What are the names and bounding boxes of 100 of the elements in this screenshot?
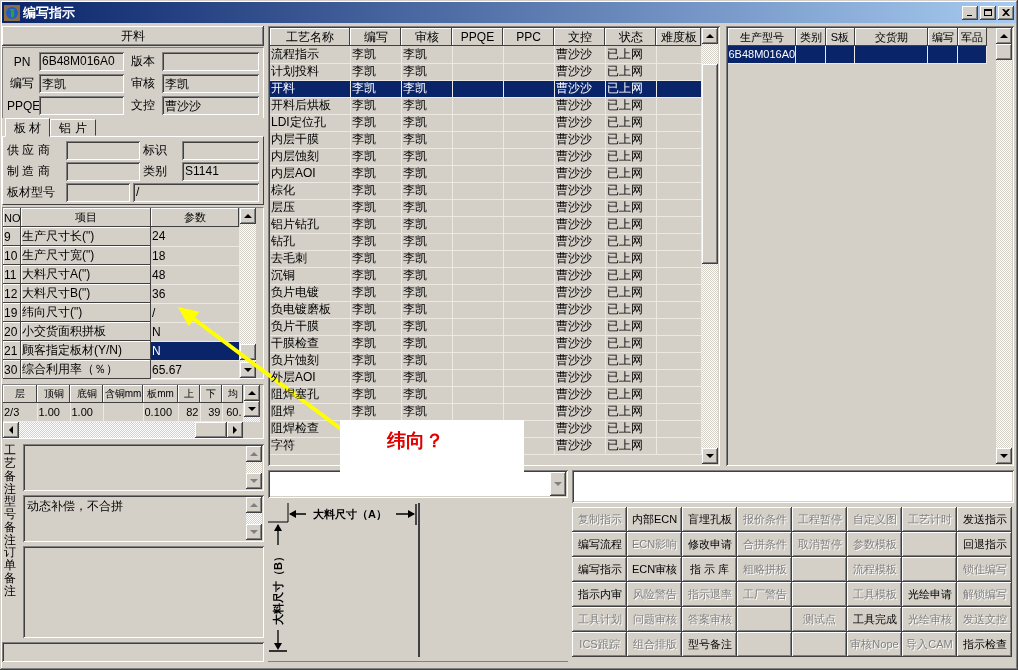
text-field[interactable] (66, 141, 140, 160)
action-button[interactable]: 发送指示 (957, 507, 1012, 532)
table-row[interactable]: 负片蚀刻 李凯 李凯 曹沙沙 已上网 (270, 352, 701, 369)
scroll-down-button[interactable] (246, 472, 262, 489)
column-header[interactable]: 状态 (605, 28, 656, 46)
table-row[interactable]: 流程指示 李凯 李凯 曹沙沙 已上网 (270, 46, 701, 63)
column-header[interactable]: 审核 (401, 28, 452, 46)
action-button[interactable]: 工具完成 (847, 607, 902, 632)
text-field[interactable]: 李凯 (162, 74, 259, 93)
scroll-up-button[interactable] (246, 496, 262, 513)
scroll-up-button[interactable] (701, 28, 718, 44)
column-header[interactable]: 下 (200, 385, 222, 403)
table-row[interactable]: 内层AOI 李凯 李凯 曹沙沙 已上网 (270, 165, 701, 182)
scroll-up-button[interactable] (243, 385, 260, 401)
vertical-scrollbar[interactable] (246, 445, 262, 489)
blank-button[interactable] (737, 607, 792, 632)
table-row[interactable]: 计划投料 李凯 李凯 曹沙沙 已上网 (270, 63, 701, 80)
scroll-up-button[interactable] (246, 445, 262, 462)
column-header[interactable]: 编写 (350, 28, 401, 46)
table-row[interactable]: 去毛刺 李凯 李凯 曹沙沙 已上网 (270, 250, 701, 267)
action-button[interactable]: 光绘申请 (902, 582, 957, 607)
dropdown-button[interactable] (550, 472, 566, 496)
text-field[interactable]: 曹沙沙 (162, 96, 259, 115)
action-button[interactable]: 回退指示 (957, 532, 1012, 557)
table-row[interactable]: 干膜检查 李凯 李凯 曹沙沙 已上网 (270, 335, 701, 352)
blank-button[interactable] (737, 632, 792, 657)
action-button[interactable]: 内部ECN (627, 507, 682, 532)
scroll-down-button[interactable] (701, 448, 718, 464)
action-button[interactable]: 指示检查 (957, 632, 1012, 657)
column-header[interactable]: 生产型号 (727, 28, 796, 46)
text-area[interactable] (23, 443, 264, 491)
column-header[interactable]: 难度板 (656, 28, 701, 46)
text-field[interactable] (182, 141, 259, 160)
blank-button[interactable] (792, 632, 847, 657)
table-row[interactable]: LDI定位孔 李凯 李凯 曹沙沙 已上网 (270, 114, 701, 131)
table-row[interactable]: 6B48M016A0 (727, 46, 987, 63)
column-header[interactable]: 军品 (957, 28, 987, 46)
action-button[interactable]: ECN审核 (627, 557, 682, 582)
column-header[interactable]: S板 (825, 28, 855, 46)
column-header[interactable]: NO (3, 208, 21, 227)
table-row[interactable]: 铝片钻孔 李凯 李凯 曹沙沙 已上网 (270, 216, 701, 233)
vertical-scrollbar[interactable] (996, 28, 1012, 464)
column-header[interactable]: 顶铜 (37, 385, 70, 403)
header-button[interactable]: 开料 (2, 26, 264, 46)
vertical-scrollbar[interactable] (243, 385, 260, 422)
column-header[interactable]: 参数 (151, 208, 239, 227)
action-button[interactable]: 指 示 库 (682, 557, 737, 582)
blank-button[interactable] (792, 582, 847, 607)
close-button[interactable] (998, 5, 1014, 20)
action-button[interactable]: 编写流程 (572, 532, 627, 557)
table-row[interactable]: 负片干膜 李凯 李凯 曹沙沙 已上网 (270, 318, 701, 335)
text-field[interactable] (162, 52, 259, 71)
column-header[interactable]: 板mm (143, 385, 178, 403)
text-field[interactable] (66, 162, 140, 181)
action-button[interactable]: 盲埋孔板 (682, 507, 737, 532)
column-header[interactable]: 编写 (927, 28, 958, 46)
action-button[interactable]: 编写指示 (572, 557, 627, 582)
column-header[interactable]: 含铜mm (103, 385, 143, 403)
blank-button[interactable] (902, 532, 957, 557)
text-field[interactable]: / (133, 183, 259, 202)
text-field[interactable]: 李凯 (39, 74, 124, 93)
scroll-up-button[interactable] (996, 28, 1012, 44)
column-header[interactable]: 类别 (795, 28, 826, 46)
scrollbar-thumb[interactable] (996, 44, 1012, 60)
scroll-down-button[interactable] (996, 448, 1012, 464)
column-header[interactable]: 工艺名称 (270, 28, 350, 46)
table-row[interactable]: 钻孔 李凯 李凯 曹沙沙 已上网 (270, 233, 701, 250)
tab[interactable]: 板 材 (5, 118, 51, 137)
blank-button[interactable] (792, 557, 847, 582)
text-area[interactable]: 动态补偿，不合拼 (23, 494, 264, 542)
minimize-button[interactable] (962, 5, 978, 20)
vertical-scrollbar[interactable] (246, 496, 262, 540)
column-header[interactable]: 项目 (21, 208, 151, 227)
table-row[interactable]: 层压 李凯 李凯 曹沙沙 已上网 (270, 199, 701, 216)
action-button[interactable]: 指示内审 (572, 582, 627, 607)
table-row[interactable]: 负片电镀 李凯 李凯 曹沙沙 已上网 (270, 284, 701, 301)
tab[interactable]: 铝 片 (50, 119, 96, 136)
scroll-up-button[interactable] (239, 208, 256, 224)
column-header[interactable]: 上 (178, 385, 200, 403)
action-button[interactable]: 修改申请 (682, 532, 737, 557)
maximize-button[interactable] (980, 5, 996, 20)
text-field[interactable] (66, 183, 130, 202)
table-row[interactable]: 棕化 李凯 李凯 曹沙沙 已上网 (270, 182, 701, 199)
table-row[interactable]: 沉铜 李凯 李凯 曹沙沙 已上网 (270, 267, 701, 284)
column-header[interactable]: 文控 (554, 28, 605, 46)
column-header[interactable]: 交货期 (854, 28, 928, 46)
table-row[interactable]: 负电镀磨板 李凯 李凯 曹沙沙 已上网 (270, 301, 701, 318)
table-row[interactable]: 内层干膜 李凯 李凯 曹沙沙 已上网 (270, 131, 701, 148)
column-header[interactable]: 均 (222, 385, 243, 403)
table-row[interactable]: 内层蚀刻 李凯 李凯 曹沙沙 已上网 (270, 148, 701, 165)
text-field[interactable] (572, 470, 1014, 503)
column-header[interactable]: 底铜 (70, 385, 103, 403)
blank-button[interactable] (902, 557, 957, 582)
scroll-down-button[interactable] (246, 523, 262, 540)
table-row[interactable]: 开料后烘板 李凯 李凯 曹沙沙 已上网 (270, 97, 701, 114)
column-header[interactable]: PPC (503, 28, 554, 46)
column-header[interactable]: 层 (3, 385, 37, 403)
action-button[interactable]: 型号备注 (682, 632, 737, 657)
text-field[interactable]: S1141 (182, 162, 259, 181)
text-field[interactable] (39, 96, 124, 115)
